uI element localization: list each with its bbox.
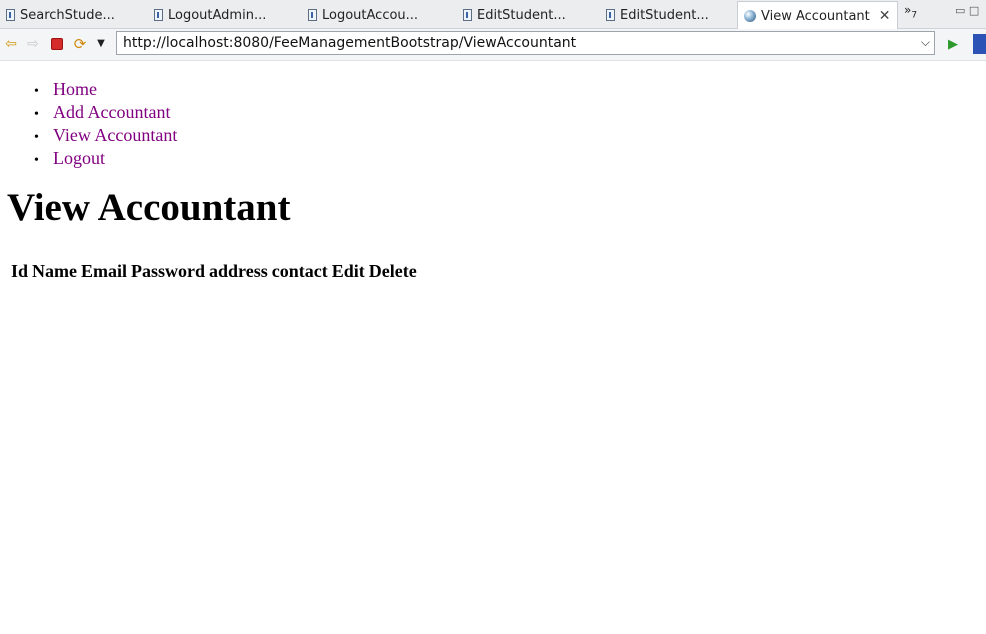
- column-header-id: Id: [11, 261, 29, 281]
- tab-label: EditStudent...: [620, 7, 709, 23]
- close-icon[interactable]: ✕: [879, 8, 891, 24]
- menu-item-add-accountant: Add Accountant: [34, 102, 177, 125]
- overflow-count: 7: [911, 10, 918, 21]
- menu-item-home: Home: [34, 79, 177, 102]
- forward-arrow-icon[interactable]: ⇨: [25, 36, 41, 52]
- add-accountant-link[interactable]: Add Accountant: [53, 102, 170, 122]
- column-header-password: Password: [131, 261, 206, 281]
- java-file-icon: [463, 9, 472, 21]
- tab-logout-accountant[interactable]: LogoutAccou...: [308, 2, 418, 28]
- chevron-down-icon[interactable]: ⌵: [921, 35, 930, 50]
- column-header-contact: contact: [271, 261, 328, 281]
- java-file-icon: [308, 9, 317, 21]
- tab-label: View Accountant: [761, 8, 870, 24]
- menu-item-view-accountant: View Accountant: [34, 125, 177, 148]
- table-header-row: Id Name Email Password address contact E…: [10, 260, 418, 283]
- accountant-table: Id Name Email Password address contact E…: [8, 258, 420, 285]
- tab-search-student[interactable]: SearchStude...: [6, 2, 115, 28]
- url-text: http://localhost:8080/FeeManagementBoots…: [123, 35, 577, 51]
- home-link[interactable]: Home: [53, 79, 97, 99]
- view-accountant-link[interactable]: View Accountant: [53, 125, 177, 145]
- back-arrow-icon[interactable]: ⇦: [3, 36, 19, 52]
- refresh-icon[interactable]: ⟳: [72, 36, 88, 52]
- tab-edit-student-2[interactable]: EditStudent...: [606, 2, 709, 28]
- column-header-name: Name: [32, 261, 77, 281]
- column-header-email: Email: [81, 261, 128, 281]
- dropdown-icon[interactable]: ▼: [93, 36, 109, 52]
- logout-link[interactable]: Logout: [53, 148, 105, 168]
- navigation-menu: Home Add Accountant View Accountant Logo…: [34, 79, 177, 171]
- column-header-edit: Edit: [331, 261, 365, 281]
- maximize-icon[interactable]: □: [969, 4, 979, 17]
- go-icon[interactable]: ▶: [945, 36, 961, 52]
- tab-label: SearchStude...: [20, 7, 115, 23]
- java-file-icon: [154, 9, 163, 21]
- window-controls[interactable]: ▭ □: [955, 4, 979, 17]
- url-input[interactable]: http://localhost:8080/FeeManagementBoots…: [116, 31, 935, 55]
- minimize-icon[interactable]: ▭: [955, 4, 965, 17]
- page-title: View Accountant: [7, 186, 291, 229]
- java-file-icon: [6, 9, 15, 21]
- globe-icon: [744, 10, 756, 22]
- column-header-delete: Delete: [368, 261, 417, 281]
- tab-edit-student-1[interactable]: EditStudent...: [463, 2, 566, 28]
- column-header-address: address: [209, 261, 268, 281]
- tab-label: LogoutAccou...: [322, 7, 419, 23]
- tab-overflow-button[interactable]: »7: [904, 3, 917, 20]
- browser-toolbar: ⇦ ⇨ ⟳ ▼ http://localhost:8080/FeeManagem…: [0, 29, 986, 61]
- tab-view-accountant[interactable]: View Accountant ✕: [737, 1, 898, 30]
- stop-icon[interactable]: [49, 36, 65, 52]
- extension-icon[interactable]: [973, 34, 986, 54]
- menu-item-logout: Logout: [34, 148, 177, 171]
- editor-tab-strip: SearchStude... LogoutAdmin... LogoutAcco…: [0, 0, 986, 30]
- java-file-icon: [606, 9, 615, 21]
- tab-logout-admin[interactable]: LogoutAdmin...: [154, 2, 266, 28]
- tab-label: LogoutAdmin...: [168, 7, 267, 23]
- tab-label: EditStudent...: [477, 7, 566, 23]
